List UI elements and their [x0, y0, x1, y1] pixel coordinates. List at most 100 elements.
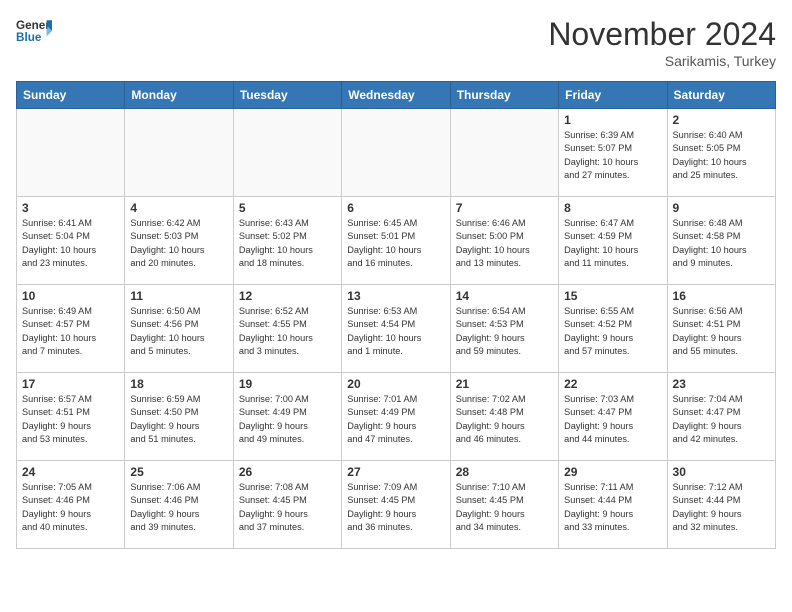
calendar-cell: 10 Sunrise: 6:49 AM Sunset: 4:57 PM Dayli… [17, 285, 125, 373]
day-info: Sunrise: 7:01 AM Sunset: 4:49 PM Dayligh… [347, 393, 444, 446]
day-info: Sunrise: 7:04 AM Sunset: 4:47 PM Dayligh… [673, 393, 770, 446]
day-info: Sunrise: 6:55 AM Sunset: 4:52 PM Dayligh… [564, 305, 661, 358]
weekday-header-sunday: Sunday [17, 82, 125, 109]
calendar-cell: 18 Sunrise: 6:59 AM Sunset: 4:50 PM Dayli… [125, 373, 233, 461]
weekday-header-thursday: Thursday [450, 82, 558, 109]
page-header: General Blue November 2024 Sarikamis, Tu… [16, 16, 776, 69]
day-info: Sunrise: 7:06 AM Sunset: 4:46 PM Dayligh… [130, 481, 227, 534]
calendar-cell: 14 Sunrise: 6:54 AM Sunset: 4:53 PM Dayli… [450, 285, 558, 373]
day-number: 28 [456, 465, 553, 479]
calendar-cell [450, 109, 558, 197]
calendar-cell: 17Sunrise: 6:57 AM Sunset: 4:51 PM Dayli… [17, 373, 125, 461]
day-number: 16 [673, 289, 770, 303]
calendar-cell: 9Sunrise: 6:48 AM Sunset: 4:58 PM Daylig… [667, 197, 775, 285]
day-info: Sunrise: 7:00 AM Sunset: 4:49 PM Dayligh… [239, 393, 336, 446]
calendar-cell: 20 Sunrise: 7:01 AM Sunset: 4:49 PM Dayli… [342, 373, 450, 461]
day-number: 15 [564, 289, 661, 303]
day-info: Sunrise: 6:40 AM Sunset: 5:05 PM Dayligh… [673, 129, 770, 182]
calendar-week-2: 3Sunrise: 6:41 AM Sunset: 5:04 PM Daylig… [17, 197, 776, 285]
day-info: Sunrise: 7:03 AM Sunset: 4:47 PM Dayligh… [564, 393, 661, 446]
day-number: 11 [130, 289, 227, 303]
day-number: 21 [456, 377, 553, 391]
day-number: 7 [456, 201, 553, 215]
calendar-week-3: 10 Sunrise: 6:49 AM Sunset: 4:57 PM Dayli… [17, 285, 776, 373]
day-number: 22 [564, 377, 661, 391]
calendar-cell: 1 Sunrise: 6:39 AM Sunset: 5:07 PM Daylig… [559, 109, 667, 197]
day-number: 18 [130, 377, 227, 391]
day-info: Sunrise: 7:09 AM Sunset: 4:45 PM Dayligh… [347, 481, 444, 534]
day-info: Sunrise: 7:05 AM Sunset: 4:46 PM Dayligh… [22, 481, 119, 534]
calendar-header: SundayMondayTuesdayWednesdayThursdayFrid… [17, 82, 776, 109]
calendar-week-4: 17Sunrise: 6:57 AM Sunset: 4:51 PM Dayli… [17, 373, 776, 461]
calendar-cell: 2 Sunrise: 6:40 AM Sunset: 5:05 PM Daylig… [667, 109, 775, 197]
day-number: 14 [456, 289, 553, 303]
day-number: 19 [239, 377, 336, 391]
calendar-cell: 7 Sunrise: 6:46 AM Sunset: 5:00 PM Daylig… [450, 197, 558, 285]
day-info: Sunrise: 7:02 AM Sunset: 4:48 PM Dayligh… [456, 393, 553, 446]
month-title: November 2024 [548, 16, 776, 53]
day-number: 25 [130, 465, 227, 479]
day-info: Sunrise: 6:41 AM Sunset: 5:04 PM Dayligh… [22, 217, 119, 270]
svg-text:Blue: Blue [16, 31, 42, 44]
day-info: Sunrise: 6:43 AM Sunset: 5:02 PM Dayligh… [239, 217, 336, 270]
calendar-cell: 30Sunrise: 7:12 AM Sunset: 4:44 PM Dayli… [667, 461, 775, 549]
day-info: Sunrise: 7:11 AM Sunset: 4:44 PM Dayligh… [564, 481, 661, 534]
day-number: 30 [673, 465, 770, 479]
calendar-cell [342, 109, 450, 197]
calendar-cell: 25 Sunrise: 7:06 AM Sunset: 4:46 PM Dayli… [125, 461, 233, 549]
calendar-cell: 26 Sunrise: 7:08 AM Sunset: 4:45 PM Dayli… [233, 461, 341, 549]
weekday-header-saturday: Saturday [667, 82, 775, 109]
day-number: 4 [130, 201, 227, 215]
logo: General Blue [16, 16, 52, 46]
calendar-cell: 16 Sunrise: 6:56 AM Sunset: 4:51 PM Dayli… [667, 285, 775, 373]
calendar-cell: 24Sunrise: 7:05 AM Sunset: 4:46 PM Dayli… [17, 461, 125, 549]
day-number: 26 [239, 465, 336, 479]
day-number: 9 [673, 201, 770, 215]
day-info: Sunrise: 6:49 AM Sunset: 4:57 PM Dayligh… [22, 305, 119, 358]
day-info: Sunrise: 7:10 AM Sunset: 4:45 PM Dayligh… [456, 481, 553, 534]
calendar-cell: 8Sunrise: 6:47 AM Sunset: 4:59 PM Daylig… [559, 197, 667, 285]
weekday-header-monday: Monday [125, 82, 233, 109]
day-number: 2 [673, 113, 770, 127]
day-number: 20 [347, 377, 444, 391]
day-info: Sunrise: 6:39 AM Sunset: 5:07 PM Dayligh… [564, 129, 661, 182]
weekday-header-wednesday: Wednesday [342, 82, 450, 109]
calendar-cell: 29 Sunrise: 7:11 AM Sunset: 4:44 PM Dayli… [559, 461, 667, 549]
day-number: 13 [347, 289, 444, 303]
day-info: Sunrise: 6:54 AM Sunset: 4:53 PM Dayligh… [456, 305, 553, 358]
day-number: 27 [347, 465, 444, 479]
weekday-header-tuesday: Tuesday [233, 82, 341, 109]
calendar-cell: 21 Sunrise: 7:02 AM Sunset: 4:48 PM Dayli… [450, 373, 558, 461]
calendar-cell [233, 109, 341, 197]
weekday-header-friday: Friday [559, 82, 667, 109]
logo-icon: General Blue [16, 16, 52, 46]
day-number: 10 [22, 289, 119, 303]
calendar-cell: 5 Sunrise: 6:43 AM Sunset: 5:02 PM Daylig… [233, 197, 341, 285]
day-info: Sunrise: 6:52 AM Sunset: 4:55 PM Dayligh… [239, 305, 336, 358]
day-number: 29 [564, 465, 661, 479]
calendar-cell: 6Sunrise: 6:45 AM Sunset: 5:01 PM Daylig… [342, 197, 450, 285]
title-block: November 2024 Sarikamis, Turkey [548, 16, 776, 69]
calendar-cell: 4 Sunrise: 6:42 AM Sunset: 5:03 PM Daylig… [125, 197, 233, 285]
day-info: Sunrise: 6:57 AM Sunset: 4:51 PM Dayligh… [22, 393, 119, 446]
day-number: 8 [564, 201, 661, 215]
day-info: Sunrise: 6:42 AM Sunset: 5:03 PM Dayligh… [130, 217, 227, 270]
day-info: Sunrise: 6:53 AM Sunset: 4:54 PM Dayligh… [347, 305, 444, 358]
calendar-week-5: 24Sunrise: 7:05 AM Sunset: 4:46 PM Dayli… [17, 461, 776, 549]
day-info: Sunrise: 6:46 AM Sunset: 5:00 PM Dayligh… [456, 217, 553, 270]
day-info: Sunrise: 6:56 AM Sunset: 4:51 PM Dayligh… [673, 305, 770, 358]
day-number: 12 [239, 289, 336, 303]
day-info: Sunrise: 6:45 AM Sunset: 5:01 PM Dayligh… [347, 217, 444, 270]
calendar-week-1: 1 Sunrise: 6:39 AM Sunset: 5:07 PM Daylig… [17, 109, 776, 197]
day-number: 1 [564, 113, 661, 127]
calendar-cell [125, 109, 233, 197]
calendar-cell: 11 Sunrise: 6:50 AM Sunset: 4:56 PM Dayli… [125, 285, 233, 373]
calendar-cell: 28 Sunrise: 7:10 AM Sunset: 4:45 PM Dayli… [450, 461, 558, 549]
day-number: 5 [239, 201, 336, 215]
calendar-cell: 12 Sunrise: 6:52 AM Sunset: 4:55 PM Dayli… [233, 285, 341, 373]
day-info: Sunrise: 6:59 AM Sunset: 4:50 PM Dayligh… [130, 393, 227, 446]
day-info: Sunrise: 7:08 AM Sunset: 4:45 PM Dayligh… [239, 481, 336, 534]
day-info: Sunrise: 6:50 AM Sunset: 4:56 PM Dayligh… [130, 305, 227, 358]
calendar-cell: 3Sunrise: 6:41 AM Sunset: 5:04 PM Daylig… [17, 197, 125, 285]
calendar-cell: 23Sunrise: 7:04 AM Sunset: 4:47 PM Dayli… [667, 373, 775, 461]
